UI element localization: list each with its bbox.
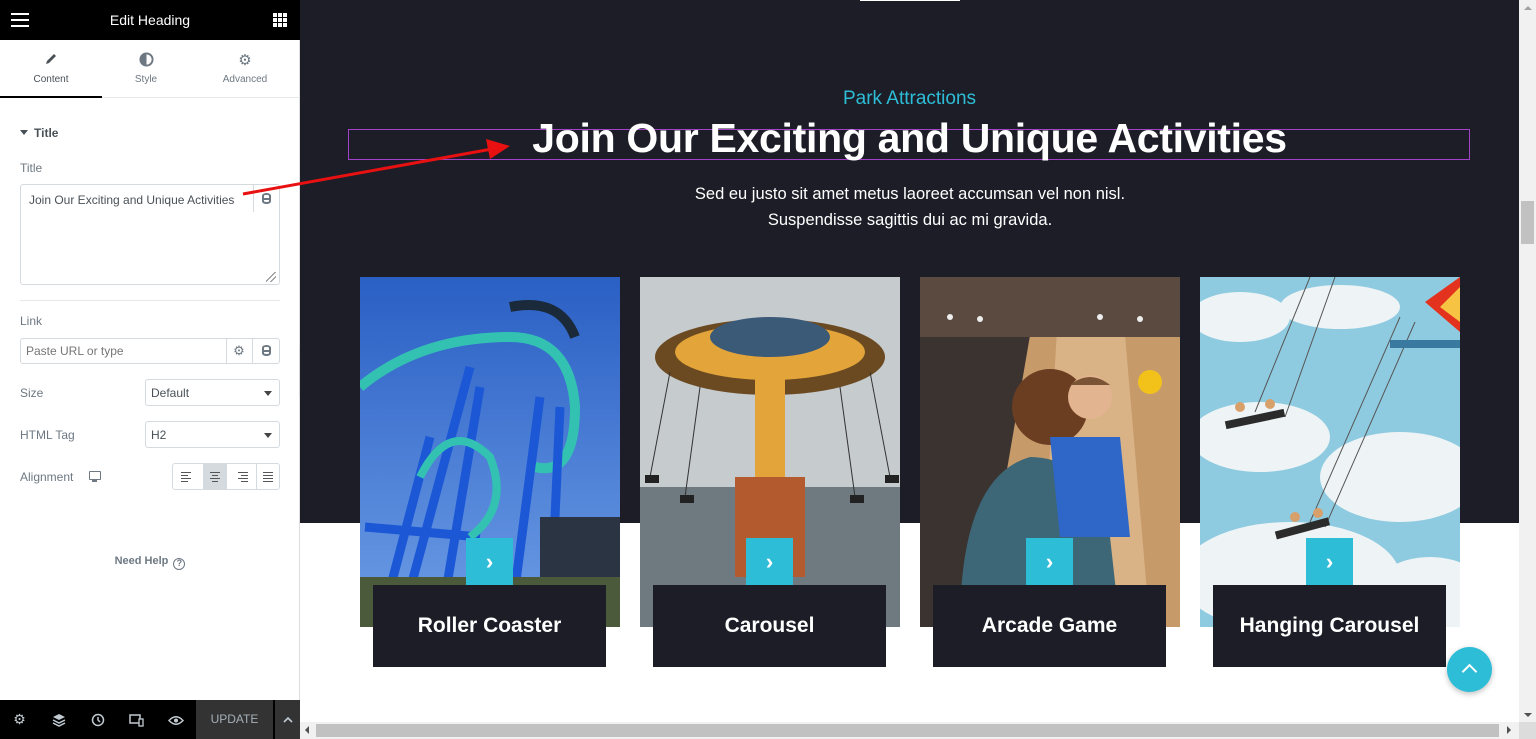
- update-button[interactable]: UPDATE: [196, 700, 273, 739]
- editor-app: Edit Heading Content Style ⚙ Advanced Ti: [0, 0, 1536, 739]
- chevron-up-icon[interactable]: [274, 700, 300, 739]
- tab-style[interactable]: Style: [102, 40, 190, 98]
- link-options-button[interactable]: ⚙: [226, 338, 253, 364]
- html-tag-field-label: HTML Tag: [20, 428, 75, 442]
- align-justify-button[interactable]: [257, 464, 279, 489]
- tab-content-label: Content: [33, 74, 69, 85]
- divider: [20, 300, 280, 301]
- panel-footer: ⚙ UPDATE: [0, 700, 300, 739]
- title-field-label: Title: [20, 161, 43, 175]
- scrollbar-corner: [1519, 722, 1536, 739]
- link-dynamic-button[interactable]: [253, 338, 280, 364]
- history-icon[interactable]: [78, 700, 117, 739]
- panel-tabs: Content Style ⚙ Advanced: [0, 40, 300, 98]
- align-left-button[interactable]: [173, 464, 204, 489]
- database-icon: [262, 193, 271, 204]
- tab-content[interactable]: Content: [0, 40, 102, 98]
- align-center-button[interactable]: [203, 464, 227, 489]
- question-circle-icon: ?: [173, 558, 186, 570]
- gear-icon: ⚙: [233, 343, 245, 358]
- card-arrow-button[interactable]: ›: [746, 538, 793, 585]
- alignment-choices: [172, 463, 280, 490]
- card-title[interactable]: Hanging Carousel: [1213, 585, 1446, 667]
- section-indicator: [860, 0, 960, 1]
- need-help-link[interactable]: Need Help?: [0, 555, 300, 570]
- tab-advanced-label: Advanced: [222, 74, 268, 85]
- panel-title: Edit Heading: [109, 12, 191, 28]
- back-to-top-button[interactable]: [1447, 647, 1492, 692]
- tab-style-label: Style: [134, 74, 158, 85]
- preview-eye-icon[interactable]: [156, 700, 195, 739]
- attraction-card[interactable]: › Carousel: [640, 277, 900, 667]
- scrollbar-thumb[interactable]: [316, 724, 1499, 737]
- section-toggle-title[interactable]: Title: [20, 126, 58, 140]
- widgets-grid-icon[interactable]: [273, 13, 287, 27]
- vertical-scrollbar[interactable]: [1519, 0, 1536, 722]
- alignment-field-label: Alignment: [20, 470, 74, 484]
- section-eyebrow[interactable]: Park Attractions: [300, 88, 1519, 110]
- responsive-mode-icon[interactable]: [117, 700, 156, 739]
- card-title[interactable]: Arcade Game: [933, 585, 1166, 667]
- size-select[interactable]: Default: [145, 379, 280, 406]
- dynamic-tags-button[interactable]: [253, 185, 279, 212]
- section-description[interactable]: Sed eu justo sit amet metus laoreet accu…: [680, 181, 1140, 233]
- horizontal-scrollbar[interactable]: [300, 722, 1519, 739]
- tab-advanced[interactable]: ⚙ Advanced: [190, 40, 300, 98]
- card-arrow-button[interactable]: ›: [1306, 538, 1353, 585]
- scroll-up-arrow-icon[interactable]: [1524, 6, 1532, 10]
- database-icon: [261, 345, 271, 356]
- panel-header: Edit Heading: [0, 0, 300, 40]
- link-field-label: Link: [20, 314, 43, 328]
- card-title[interactable]: Roller Coaster: [373, 585, 606, 667]
- scroll-down-arrow-icon[interactable]: [1524, 713, 1532, 717]
- scroll-left-arrow-icon[interactable]: [305, 726, 309, 734]
- scrollbar-thumb[interactable]: [1521, 201, 1534, 244]
- caret-down-icon: [20, 130, 28, 135]
- need-help-label: Need Help: [114, 555, 169, 567]
- half-circle-icon: [102, 52, 190, 74]
- section-title-label: Title: [34, 126, 59, 140]
- pencil-icon: [0, 52, 102, 74]
- desktop-responsive-icon[interactable]: [89, 471, 101, 482]
- card-arrow-button[interactable]: ›: [466, 538, 513, 585]
- size-field-label: Size: [20, 386, 44, 400]
- link-url-input[interactable]: [20, 338, 227, 364]
- align-right-button[interactable]: [227, 464, 258, 489]
- scroll-right-arrow-icon[interactable]: [1507, 726, 1511, 734]
- attraction-card[interactable]: › Roller Coaster: [360, 277, 620, 667]
- attraction-card[interactable]: › Hanging Carousel: [1200, 277, 1460, 667]
- settings-gear-icon[interactable]: ⚙: [0, 700, 39, 739]
- attraction-card[interactable]: › Arcade Game: [920, 277, 1180, 667]
- card-arrow-button[interactable]: ›: [1026, 538, 1073, 585]
- html-tag-select[interactable]: H2: [145, 421, 280, 448]
- card-title[interactable]: Carousel: [653, 585, 886, 667]
- resize-handle-icon[interactable]: [266, 272, 276, 282]
- title-textarea[interactable]: Join Our Exciting and Unique Activities: [20, 184, 280, 285]
- section-heading[interactable]: Join Our Exciting and Unique Activities: [300, 115, 1519, 162]
- editor-panel: Edit Heading Content Style ⚙ Advanced Ti: [0, 0, 300, 739]
- page-preview: Park Attractions Join Our Exciting and U…: [300, 0, 1519, 722]
- navigator-layers-icon[interactable]: [39, 700, 78, 739]
- gear-icon: ⚙: [238, 52, 252, 69]
